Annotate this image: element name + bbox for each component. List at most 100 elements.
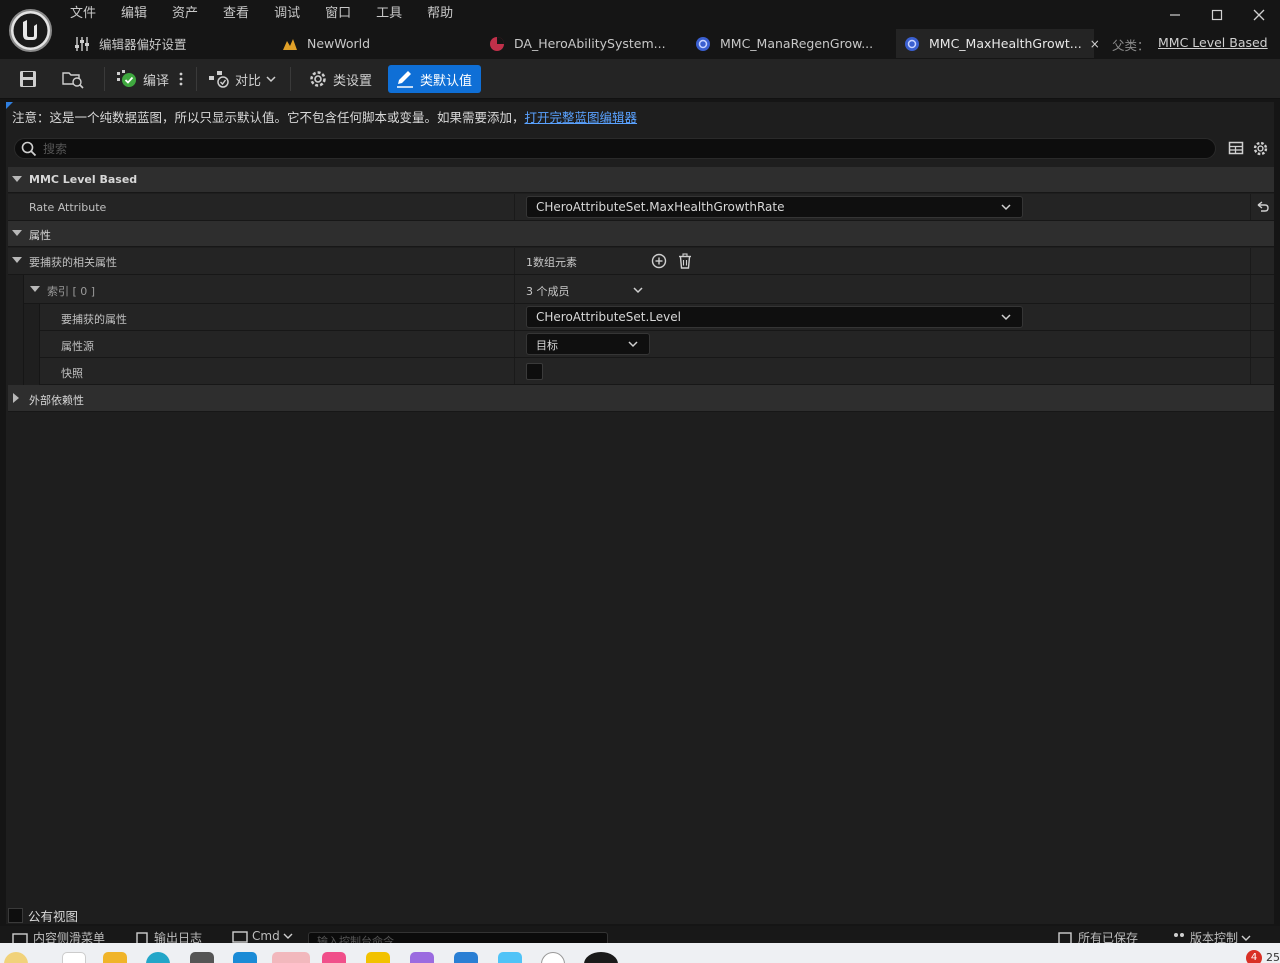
category-label: 属性 — [29, 229, 51, 242]
delete-all-button[interactable] — [677, 253, 693, 269]
folder-icon[interactable] — [103, 952, 127, 963]
column-splitter[interactable] — [514, 358, 515, 384]
console-command-input[interactable]: 输入控制台命令 — [308, 932, 608, 943]
minimize-button[interactable] — [1154, 0, 1196, 30]
diff-label: 对比 — [235, 73, 262, 89]
search-input[interactable] — [43, 140, 1203, 158]
close-window-button[interactable] — [1238, 0, 1280, 30]
chevron-down-icon — [1001, 204, 1011, 211]
column-splitter[interactable] — [514, 194, 515, 220]
column-splitter[interactable] — [514, 304, 515, 330]
attribute-to-capture-combo[interactable]: CHeroAttributeSet.Level — [526, 306, 1023, 328]
menu-tools[interactable]: 工具 — [368, 4, 410, 26]
category-attributes[interactable]: 属性 — [8, 221, 1274, 247]
indent-guide — [8, 275, 24, 304]
chevron-down-icon — [1001, 314, 1011, 321]
reset-to-default-button[interactable] — [1256, 200, 1270, 214]
class-settings-button[interactable]: 类设置 — [308, 65, 372, 93]
store-icon[interactable] — [233, 952, 257, 963]
menu-file[interactable]: 文件 — [62, 4, 104, 26]
cmd-selector[interactable]: Cmd — [232, 929, 293, 943]
gear-icon — [1253, 141, 1268, 156]
menu-window[interactable]: 窗口 — [317, 4, 359, 26]
parent-class-link[interactable]: MMC Level Based — [1158, 35, 1268, 50]
unreal-logo-icon[interactable] — [9, 9, 52, 52]
source-control-button[interactable]: 版本控制 — [1172, 929, 1251, 943]
taskbar-app-icon[interactable] — [190, 952, 214, 963]
collapse-arrow-icon — [12, 230, 22, 236]
taskbar-app-icon[interactable] — [272, 952, 310, 963]
add-element-button[interactable] — [651, 253, 667, 269]
snapshot-checkbox[interactable] — [526, 363, 543, 380]
output-log-icon — [136, 931, 148, 943]
open-full-blueprint-editor-link[interactable]: 打开完整蓝图编辑器 — [525, 110, 638, 125]
window-controls — [1154, 0, 1280, 30]
menu-help[interactable]: 帮助 — [419, 4, 461, 26]
close-tab-icon[interactable]: × — [1090, 37, 1100, 51]
menu-edit[interactable]: 编辑 — [113, 4, 155, 26]
tab-mmc-manaregengrow[interactable]: MMC_ManaRegenGrow... — [695, 29, 873, 58]
public-view-toggle[interactable]: 公有视图 — [8, 906, 78, 924]
combo-value: CHeroAttributeSet.MaxHealthGrowthRate — [536, 200, 785, 214]
browse-asset-button[interactable] — [62, 65, 84, 93]
diff-icon — [208, 69, 230, 89]
compile-options-button[interactable] — [178, 65, 184, 93]
trash-icon — [679, 253, 691, 269]
save-status-button[interactable]: 所有已保存 — [1058, 929, 1138, 943]
save-icon — [20, 71, 36, 87]
indent-guide — [24, 304, 40, 331]
output-log-button[interactable]: 输出日志 — [135, 929, 202, 943]
vscode-icon[interactable] — [454, 952, 478, 963]
public-view-checkbox[interactable] — [8, 907, 23, 923]
save-icon — [1058, 931, 1072, 943]
taskbar-app-icon[interactable] — [4, 952, 28, 963]
column-splitter[interactable] — [514, 248, 515, 274]
blueprint-icon — [904, 36, 920, 52]
column-splitter[interactable] — [514, 331, 515, 357]
collapse-arrow-icon[interactable] — [12, 257, 22, 263]
property-matrix-button[interactable] — [1228, 140, 1244, 156]
rate-attribute-combo[interactable]: CHeroAttributeSet.MaxHealthGrowthRate — [526, 196, 1023, 218]
compile-label: 编译 — [143, 73, 170, 89]
property-label: 属性源 — [61, 340, 94, 353]
tab-da-heroabilitysystem[interactable]: DA_HeroAbilitySystem... — [489, 29, 666, 58]
tab-label: NewWorld — [307, 36, 371, 51]
save-button[interactable] — [18, 65, 38, 93]
column-splitter — [1250, 331, 1251, 357]
indent-guide — [8, 331, 24, 358]
os-taskbar — [0, 943, 1280, 963]
tab-mmc-maxhealthgrowth[interactable]: MMC_MaxHealthGrowt... × — [896, 29, 1100, 58]
tab-newworld[interactable]: NewWorld — [282, 29, 370, 58]
class-defaults-button[interactable]: 类默认值 — [388, 65, 482, 93]
maximize-button[interactable] — [1196, 0, 1238, 30]
element-options-button[interactable] — [632, 284, 644, 296]
tab-editor-preferences[interactable]: 编辑器偏好设置 — [74, 29, 187, 58]
taskbar-app-icon[interactable] — [322, 952, 346, 963]
attribute-source-combo[interactable]: 目标 — [526, 333, 650, 355]
view-options-button[interactable] — [1252, 140, 1269, 157]
taskbar-app-icon[interactable] — [498, 952, 522, 963]
unreal-taskbar-icon[interactable] — [584, 952, 618, 963]
content-drawer-button[interactable]: 内容侧滑菜单 — [12, 929, 105, 943]
menu-view[interactable]: 查看 — [215, 4, 257, 26]
menu-debug[interactable]: 调试 — [266, 4, 308, 26]
taskbar-app-icon[interactable] — [62, 952, 86, 963]
category-mmc-level-based[interactable]: MMC Level Based — [8, 167, 1274, 193]
diff-button[interactable]: 对比 — [208, 65, 277, 93]
column-splitter — [1250, 304, 1251, 330]
browser-icon[interactable] — [146, 952, 170, 963]
parent-class-label: 父类： — [1112, 38, 1150, 53]
taskbar-app-icon[interactable] — [366, 952, 390, 963]
title-bar: 文件 编辑 资产 查看 调试 窗口 工具 帮助 编辑器偏好设置 NewWorld… — [0, 0, 1280, 58]
menu-asset[interactable]: 资产 — [164, 4, 206, 26]
column-splitter[interactable] — [514, 275, 515, 304]
toolbar: 编译 对比 类设置 类默认值 — [0, 59, 1280, 99]
save-status-label: 所有已保存 — [1078, 931, 1139, 943]
category-external-dependencies[interactable]: 外部依赖性 — [8, 385, 1274, 412]
collapse-arrow-icon[interactable] — [30, 286, 40, 292]
taskbar-app-icon[interactable] — [410, 952, 434, 963]
taskbar-app-icon[interactable] — [541, 952, 565, 963]
indent-guide — [8, 304, 24, 331]
compile-button[interactable]: 编译 — [116, 65, 169, 93]
content-drawer-label: 内容侧滑菜单 — [33, 931, 106, 943]
